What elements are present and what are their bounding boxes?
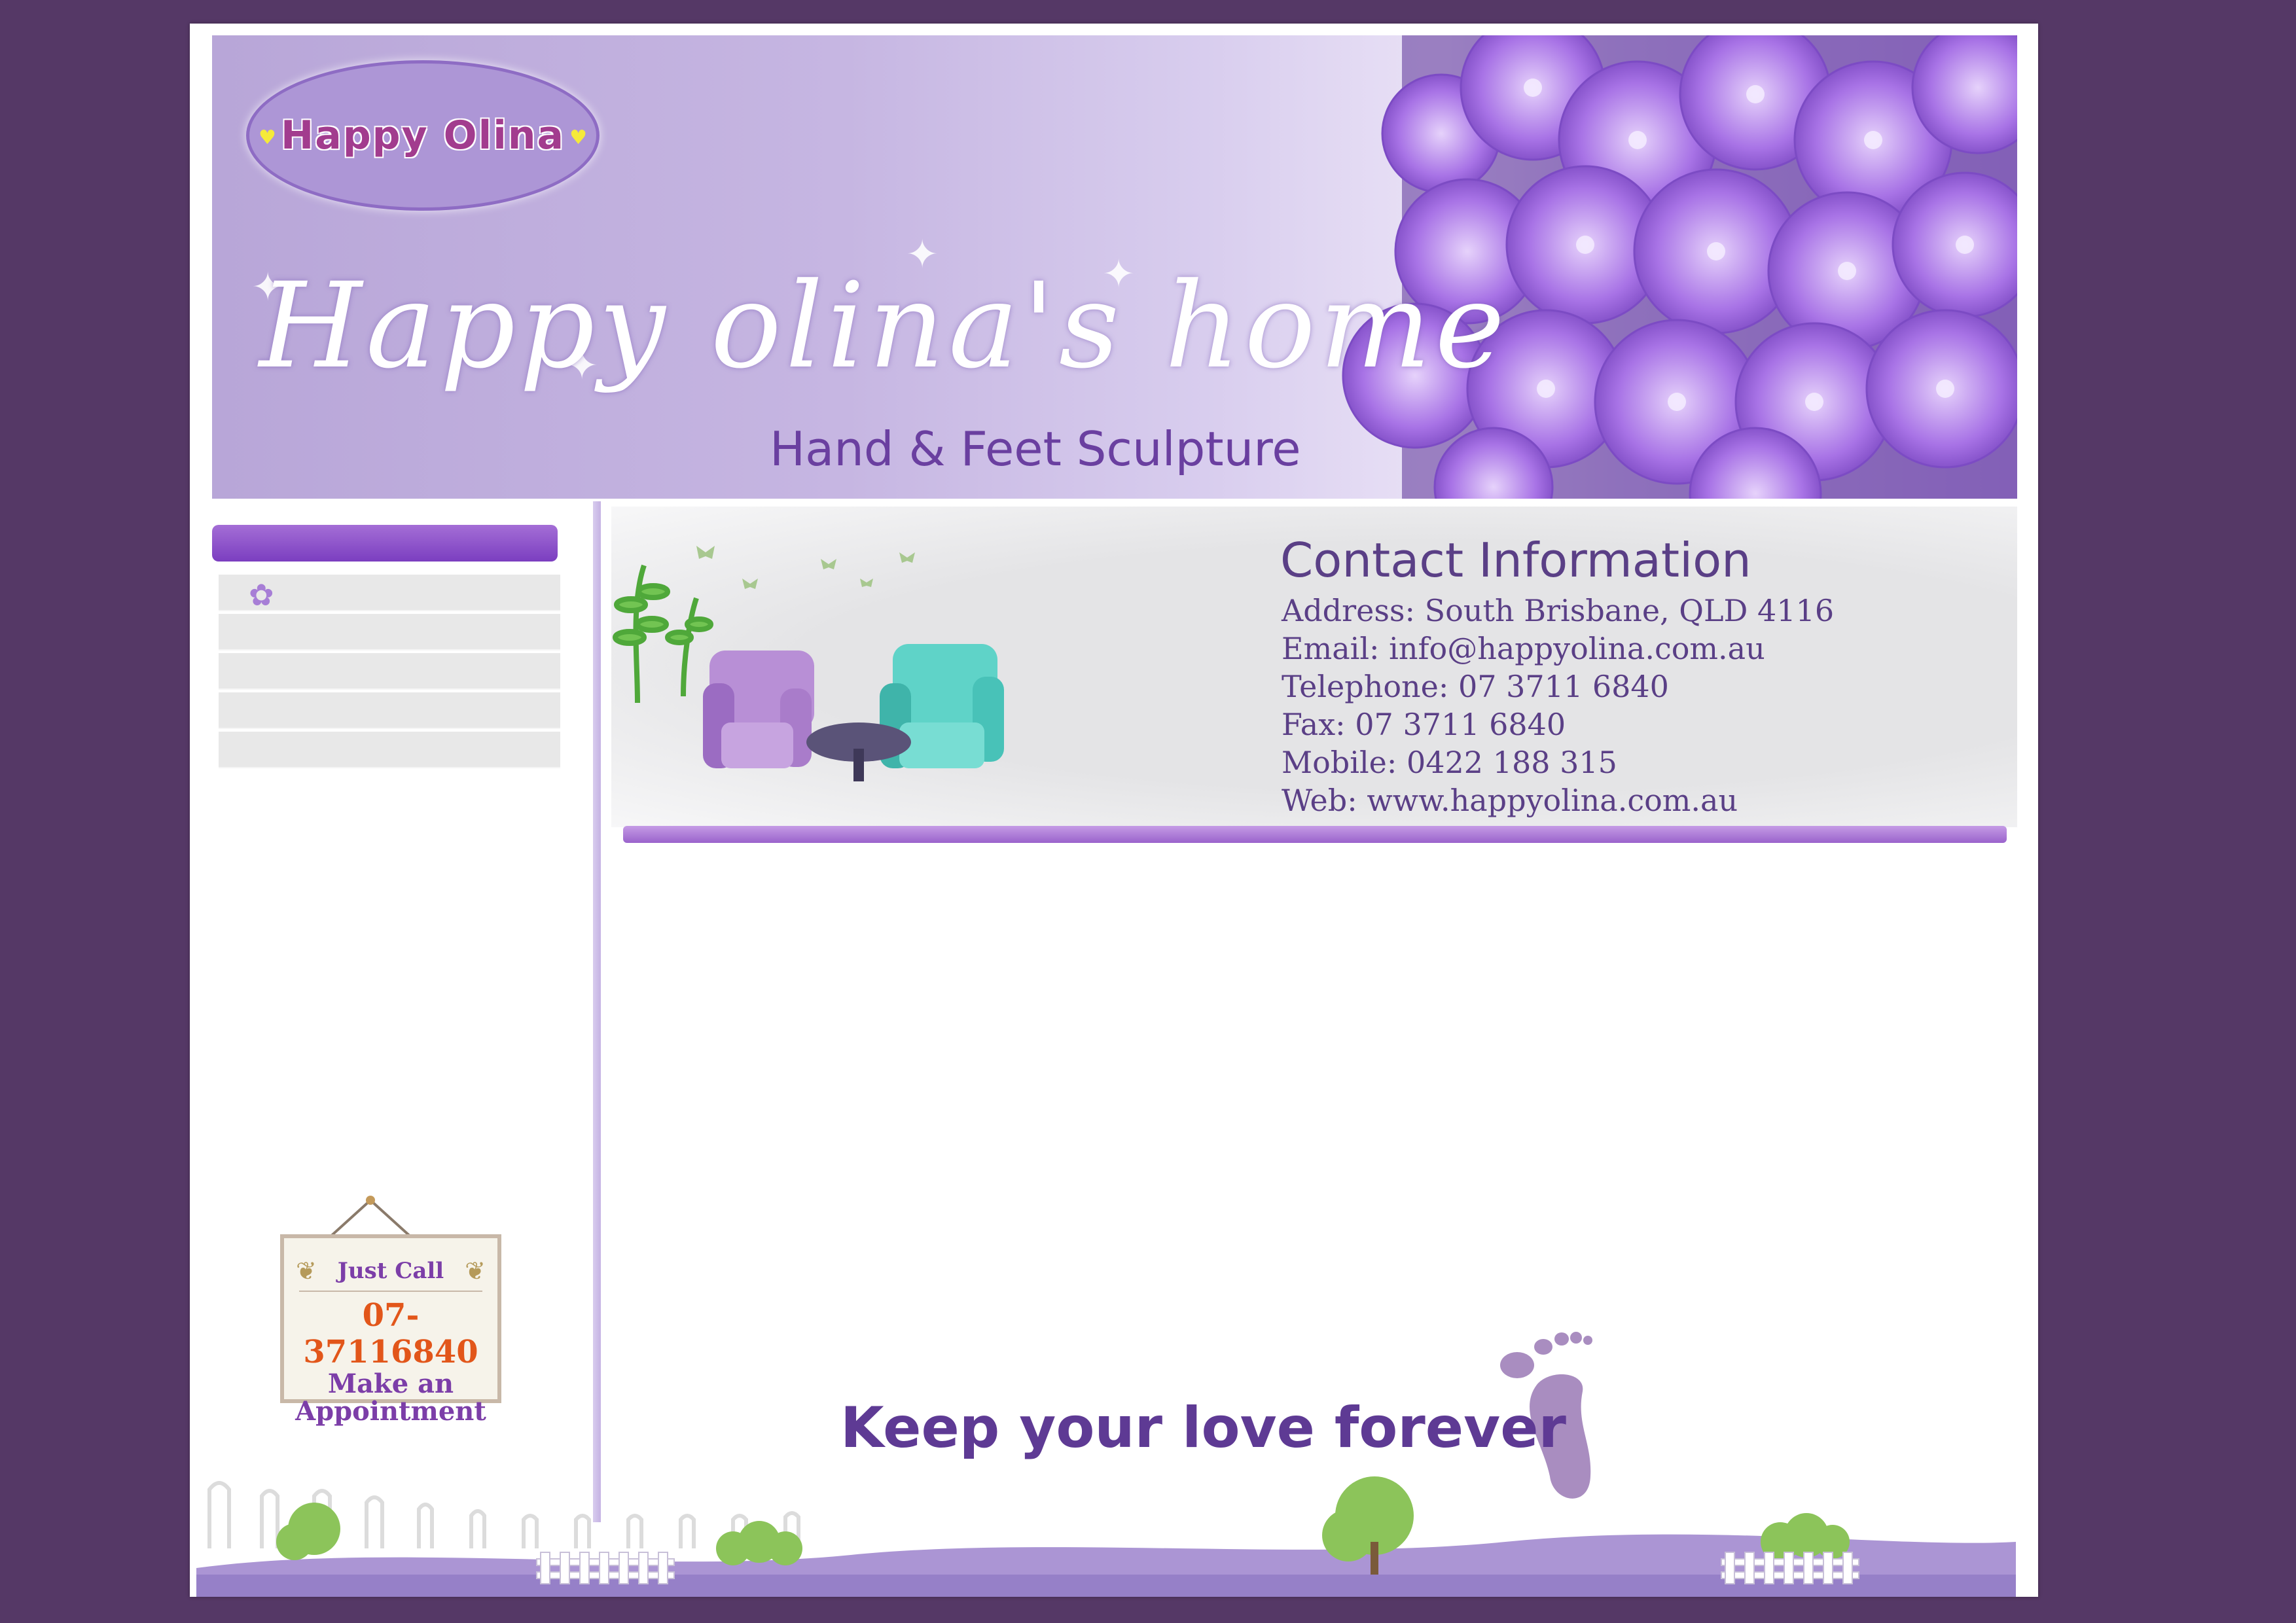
sign-appointment: Appointment <box>295 1396 486 1427</box>
contact-panel: Contact Information Address: South Brisb… <box>611 507 2017 827</box>
logo[interactable]: ♥ Happy Olina ♥ <box>246 60 600 211</box>
contact-details: Address: South Brisbane, QLD 4116 Email:… <box>1282 592 1834 819</box>
heart-icon: ♥ <box>259 126 276 149</box>
ornament-icon: ❦ <box>465 1257 486 1285</box>
header-banner: ♥ Happy Olina ♥ ✦ ✦ ✦ ✦ Happy olina's ho… <box>212 35 2017 499</box>
sidebar-item-3[interactable] <box>219 653 560 690</box>
logo-text: Happy Olina <box>281 113 565 158</box>
column-divider <box>593 501 601 1522</box>
flower-bullet-icon: ✿ <box>249 577 274 613</box>
sidebar-item-2[interactable] <box>219 614 560 651</box>
sidebar-item-4[interactable] <box>219 692 560 729</box>
heart-icon: ♥ <box>569 126 587 149</box>
sidebar-header-bar <box>212 525 558 562</box>
contact-fax: Fax: 07 3711 6840 <box>1282 707 1566 742</box>
footer-landscape <box>196 1476 2016 1597</box>
ornament-icon: ❦ <box>296 1257 317 1285</box>
sidebar-item-1[interactable]: ✿ <box>219 575 560 613</box>
contact-email[interactable]: Email: info@happyolina.com.au <box>1282 630 1834 668</box>
contact-heading: Contact Information <box>1280 533 1751 588</box>
sidebar-item-5[interactable] <box>219 732 560 768</box>
page-container: ♥ Happy Olina ♥ ✦ ✦ ✦ ✦ Happy olina's ho… <box>190 24 2038 1597</box>
appointment-sign[interactable]: ❦ ❦ Just Call 07-37116840 Make an Appoin… <box>280 1234 501 1425</box>
content-divider-bar <box>623 826 2007 843</box>
sign-phone: 07-37116840 <box>303 1297 478 1370</box>
contact-address: Address: South Brisbane, QLD 4116 <box>1282 593 1835 628</box>
contact-telephone: Telephone: 07 3711 6840 <box>1282 669 1669 704</box>
contact-mobile: Mobile: 0422 188 315 <box>1282 745 1617 780</box>
contact-web[interactable]: Web: www.happyolina.com.au <box>1282 781 1834 819</box>
sign-divider <box>299 1291 482 1292</box>
site-subtitle: Hand & Feet Sculpture <box>770 421 1301 476</box>
sign-make-an: Make an <box>327 1368 454 1399</box>
sofa-illustration <box>613 546 1004 781</box>
sidebar-menu: ✿ <box>219 575 560 771</box>
site-title: Happy olina's home <box>259 258 1509 395</box>
